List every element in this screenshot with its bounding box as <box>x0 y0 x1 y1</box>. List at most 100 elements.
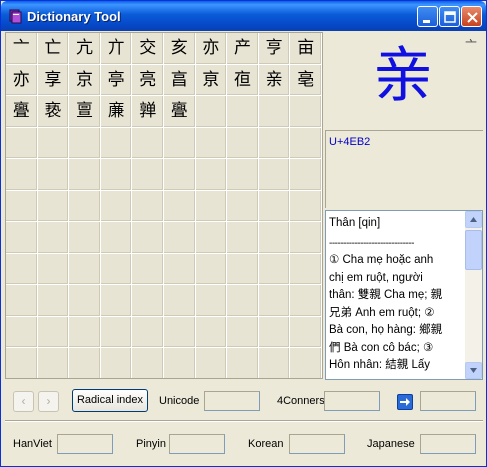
unicode-input[interactable] <box>204 391 260 411</box>
fourcorners-input[interactable] <box>324 391 380 411</box>
grid-cell-empty[interactable] <box>164 285 196 317</box>
grid-character[interactable]: 亨 <box>258 33 291 65</box>
grid-cell-empty[interactable] <box>6 159 38 191</box>
grid-cell-empty[interactable] <box>195 285 228 317</box>
grid-cell-empty[interactable] <box>227 96 259 128</box>
meaning-scrollbar[interactable] <box>465 211 482 379</box>
grid-cell-empty[interactable] <box>100 190 133 222</box>
grid-cell-empty[interactable] <box>100 253 133 285</box>
grid-cell-empty[interactable] <box>227 348 259 378</box>
grid-cell-empty[interactable] <box>132 127 164 159</box>
grid-cell-empty[interactable] <box>132 348 164 378</box>
grid-cell-empty[interactable] <box>132 316 164 348</box>
grid-character[interactable]: 京 <box>69 64 101 96</box>
grid-cell-empty[interactable] <box>164 348 196 378</box>
grid-cell-empty[interactable] <box>290 253 322 285</box>
grid-cell-empty[interactable] <box>132 222 164 254</box>
grid-cell-empty[interactable] <box>164 159 196 191</box>
grid-character[interactable]: 亮 <box>132 64 164 96</box>
grid-cell-empty[interactable] <box>258 222 291 254</box>
grid-cell-empty[interactable] <box>100 222 133 254</box>
scroll-up-button[interactable] <box>465 211 482 228</box>
grid-character[interactable]: 产 <box>227 33 259 65</box>
grid-cell-empty[interactable] <box>164 316 196 348</box>
grid-cell-empty[interactable] <box>227 190 259 222</box>
grid-cell-empty[interactable] <box>100 159 133 191</box>
grid-cell-empty[interactable] <box>195 253 228 285</box>
grid-cell-empty[interactable] <box>69 190 101 222</box>
scroll-thumb[interactable] <box>465 230 482 270</box>
grid-cell-empty[interactable] <box>6 348 38 378</box>
grid-cell-empty[interactable] <box>69 159 101 191</box>
grid-cell-empty[interactable] <box>258 127 291 159</box>
grid-character[interactable]: 亲 <box>258 64 291 96</box>
grid-cell-empty[interactable] <box>100 285 133 317</box>
grid-cell-empty[interactable] <box>290 159 322 191</box>
scroll-down-button[interactable] <box>465 362 482 379</box>
grid-cell-empty[interactable] <box>69 348 101 378</box>
grid-cell-empty[interactable] <box>132 253 164 285</box>
grid-cell-empty[interactable] <box>69 222 101 254</box>
next-button[interactable]: › <box>38 391 59 412</box>
hanviet-input[interactable] <box>57 434 113 454</box>
grid-cell-empty[interactable] <box>258 190 291 222</box>
grid-character[interactable]: 亷 <box>100 96 133 128</box>
pinyin-input[interactable] <box>169 434 225 454</box>
grid-cell-empty[interactable] <box>132 190 164 222</box>
grid-cell-empty[interactable] <box>37 348 70 378</box>
grid-cell-empty[interactable] <box>227 127 259 159</box>
grid-cell-empty[interactable] <box>6 316 38 348</box>
go-input[interactable] <box>420 391 476 411</box>
close-button[interactable] <box>461 6 482 27</box>
title-bar[interactable]: Dictionary Tool <box>1 1 486 31</box>
grid-cell-empty[interactable] <box>132 285 164 317</box>
grid-cell-empty[interactable] <box>6 190 38 222</box>
grid-character[interactable]: 亠 <box>6 33 38 65</box>
grid-character[interactable]: 亦 <box>6 64 38 96</box>
grid-cell-empty[interactable] <box>290 348 322 378</box>
go-button[interactable] <box>397 394 413 410</box>
grid-cell-empty[interactable] <box>37 316 70 348</box>
grid-character[interactable]: 亩 <box>290 33 322 65</box>
grid-character[interactable]: 亱 <box>227 64 259 96</box>
grid-cell-empty[interactable] <box>258 285 291 317</box>
grid-character[interactable]: 亶 <box>69 96 101 128</box>
grid-character[interactable]: 亦 <box>195 33 228 65</box>
grid-character[interactable]: 交 <box>132 33 164 65</box>
grid-cell-empty[interactable] <box>132 159 164 191</box>
grid-cell-empty[interactable] <box>37 222 70 254</box>
grid-cell-empty[interactable] <box>164 127 196 159</box>
grid-character[interactable]: 亡 <box>37 33 70 65</box>
grid-cell-empty[interactable] <box>227 159 259 191</box>
grid-cell-empty[interactable] <box>100 316 133 348</box>
grid-character[interactable]: 亹 <box>6 96 38 128</box>
grid-cell-empty[interactable] <box>195 316 228 348</box>
grid-cell-empty[interactable] <box>100 348 133 378</box>
grid-cell-empty[interactable] <box>6 222 38 254</box>
grid-cell-empty[interactable] <box>6 285 38 317</box>
grid-cell-empty[interactable] <box>6 253 38 285</box>
grid-cell-empty[interactable] <box>37 253 70 285</box>
japanese-input[interactable] <box>420 434 476 454</box>
grid-cell-empty[interactable] <box>100 127 133 159</box>
grid-character[interactable]: 亳 <box>290 64 322 96</box>
grid-cell-empty[interactable] <box>258 253 291 285</box>
grid-cell-empty[interactable] <box>37 285 70 317</box>
minimize-button[interactable] <box>417 6 438 27</box>
grid-cell-empty[interactable] <box>258 159 291 191</box>
grid-cell-empty[interactable] <box>164 222 196 254</box>
grid-cell-empty[interactable] <box>195 190 228 222</box>
grid-cell-empty[interactable] <box>195 348 228 378</box>
grid-cell-empty[interactable] <box>37 127 70 159</box>
grid-cell-empty[interactable] <box>227 222 259 254</box>
grid-cell-empty[interactable] <box>258 348 291 378</box>
grid-cell-empty[interactable] <box>290 96 322 128</box>
grid-cell-empty[interactable] <box>227 316 259 348</box>
maximize-button[interactable] <box>439 6 460 27</box>
grid-character[interactable]: 亣 <box>100 33 133 65</box>
grid-cell-empty[interactable] <box>227 253 259 285</box>
prev-button[interactable]: ‹ <box>13 391 34 412</box>
grid-cell-empty[interactable] <box>195 127 228 159</box>
grid-cell-empty[interactable] <box>258 316 291 348</box>
grid-character[interactable]: 享 <box>37 64 70 96</box>
